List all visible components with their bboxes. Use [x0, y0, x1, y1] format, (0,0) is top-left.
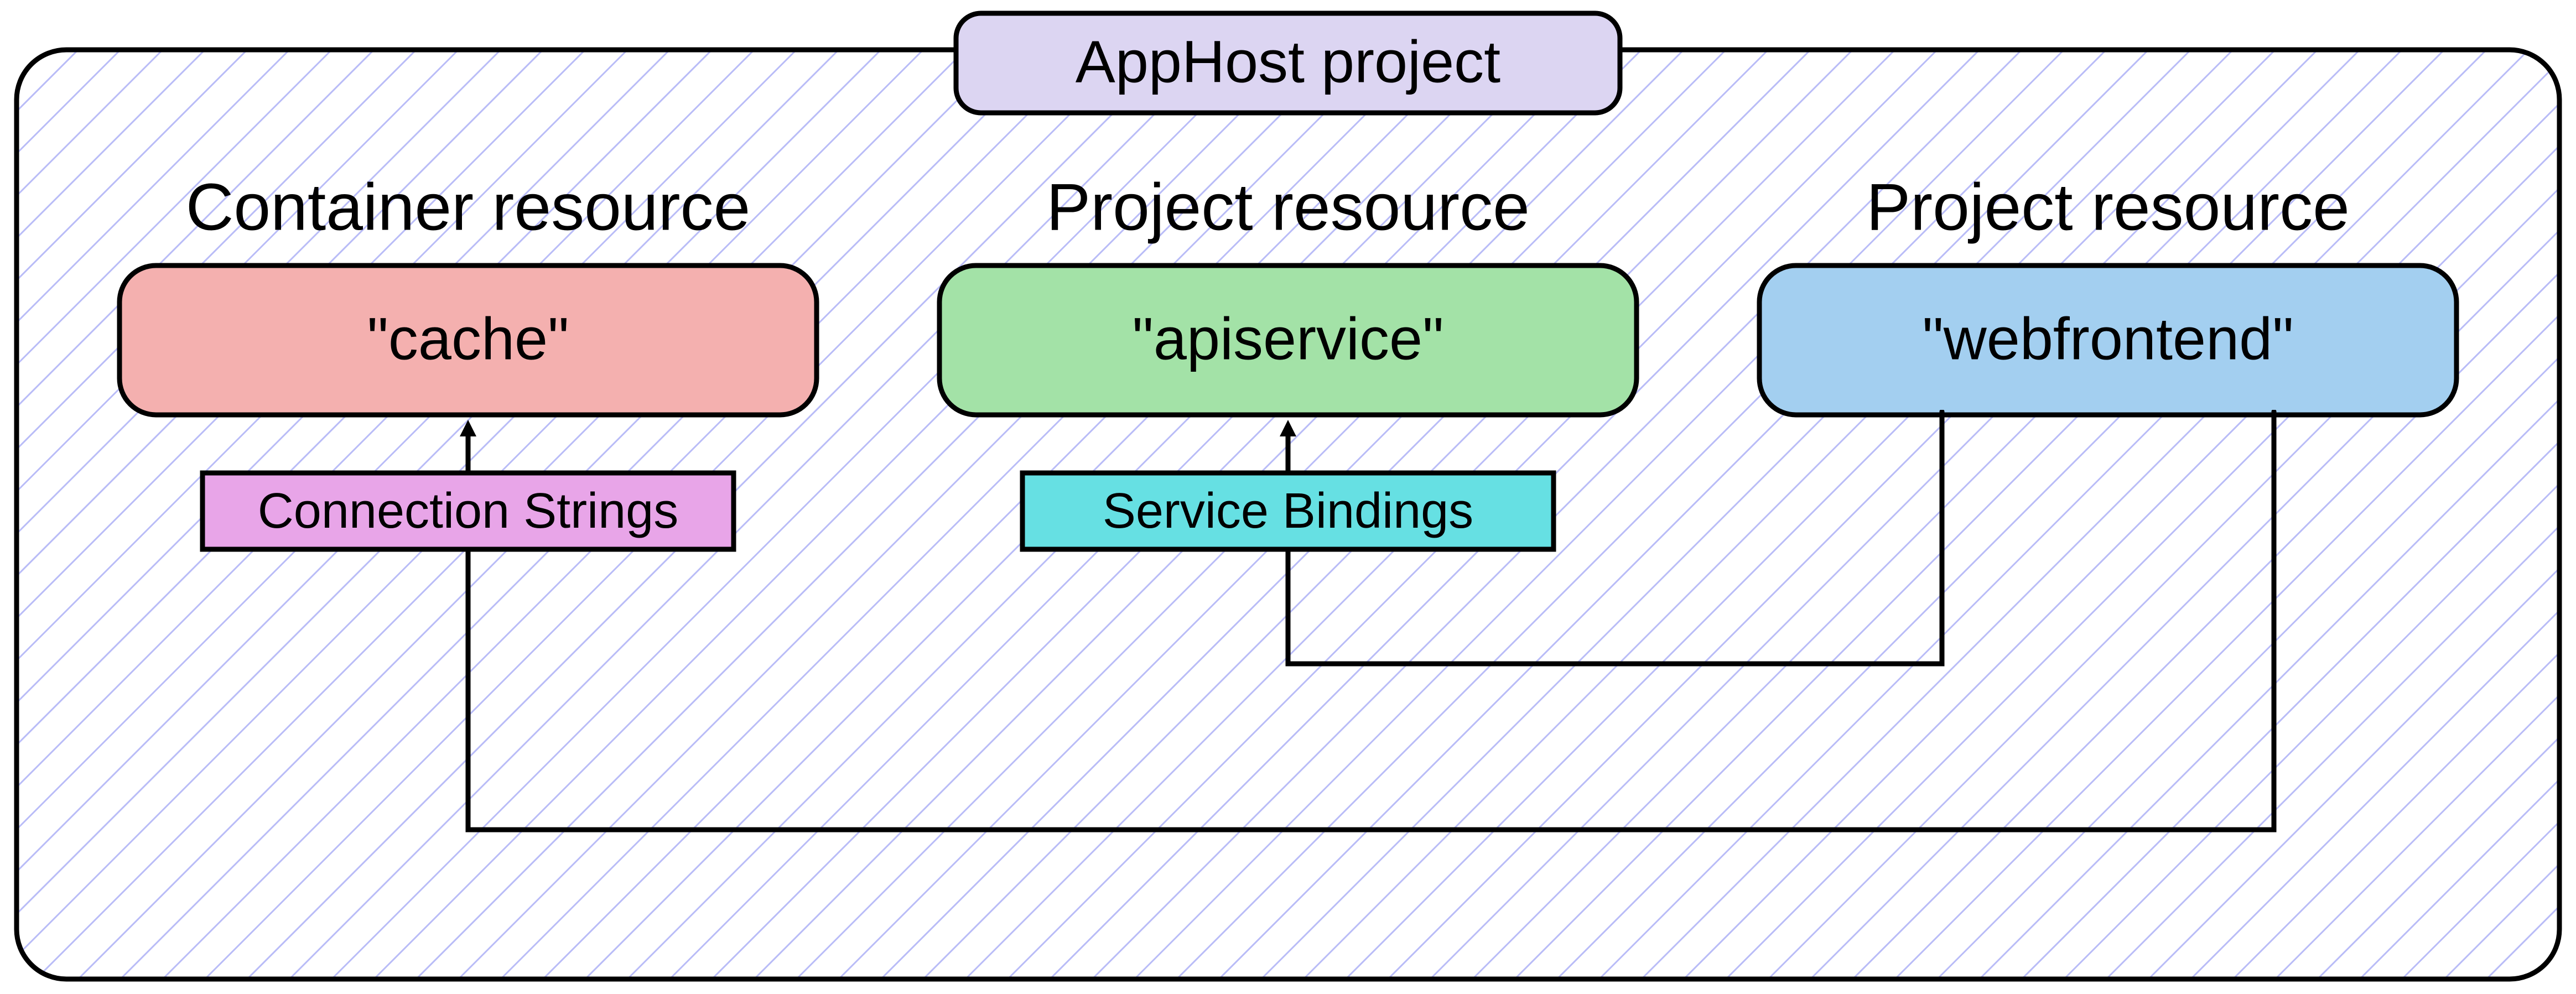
- cache-label: "cache": [367, 305, 569, 372]
- webfrontend-heading: Project resource: [1866, 170, 2350, 244]
- diagram-root: AppHost project Container resource Proje…: [0, 0, 2576, 994]
- service-bindings-box: Service Bindings: [1022, 473, 1554, 549]
- apiservice-box: "apiservice": [939, 266, 1637, 415]
- connection-strings-label: Connection Strings: [258, 483, 678, 539]
- cache-box: "cache": [120, 266, 817, 415]
- apphost-title-text: AppHost project: [1076, 28, 1500, 95]
- apiservice-label: "apiservice": [1133, 305, 1444, 372]
- webfrontend-box: "webfrontend": [1759, 266, 2456, 415]
- webfrontend-label: "webfrontend": [1922, 305, 2293, 372]
- connection-strings-box: Connection Strings: [202, 473, 734, 549]
- cache-heading: Container resource: [186, 170, 751, 244]
- service-bindings-label: Service Bindings: [1103, 483, 1473, 539]
- apphost-title-box: AppHost project: [956, 13, 1620, 113]
- apiservice-heading: Project resource: [1046, 170, 1530, 244]
